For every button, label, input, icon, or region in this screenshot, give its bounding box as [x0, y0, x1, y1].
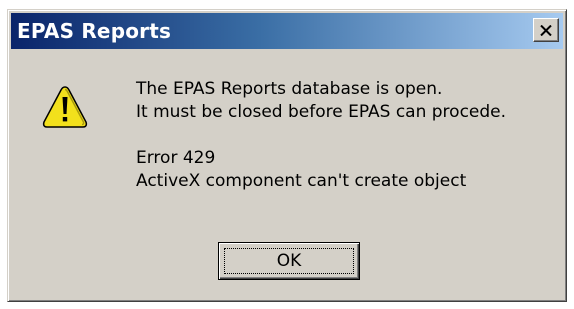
close-button[interactable]: [533, 18, 559, 42]
message-text: The EPAS Reports database is open. It mu…: [136, 78, 506, 193]
message-spacer: [136, 124, 506, 147]
message-dialog: EPAS Reports The EPAS Reports database i…: [7, 9, 567, 302]
warning-icon: [42, 86, 88, 128]
error-code: Error 429: [136, 148, 216, 168]
ok-button[interactable]: OK: [218, 242, 360, 280]
error-description: ActiveX component can't create object: [136, 171, 467, 191]
ok-button-label: OK: [276, 251, 302, 271]
window-title: EPAS Reports: [17, 19, 172, 43]
close-icon: [540, 24, 552, 36]
message-line-1: The EPAS Reports database is open.: [136, 79, 443, 99]
message-line-2: It must be closed before EPAS can proced…: [136, 102, 507, 122]
title-bar[interactable]: EPAS Reports: [11, 13, 563, 49]
